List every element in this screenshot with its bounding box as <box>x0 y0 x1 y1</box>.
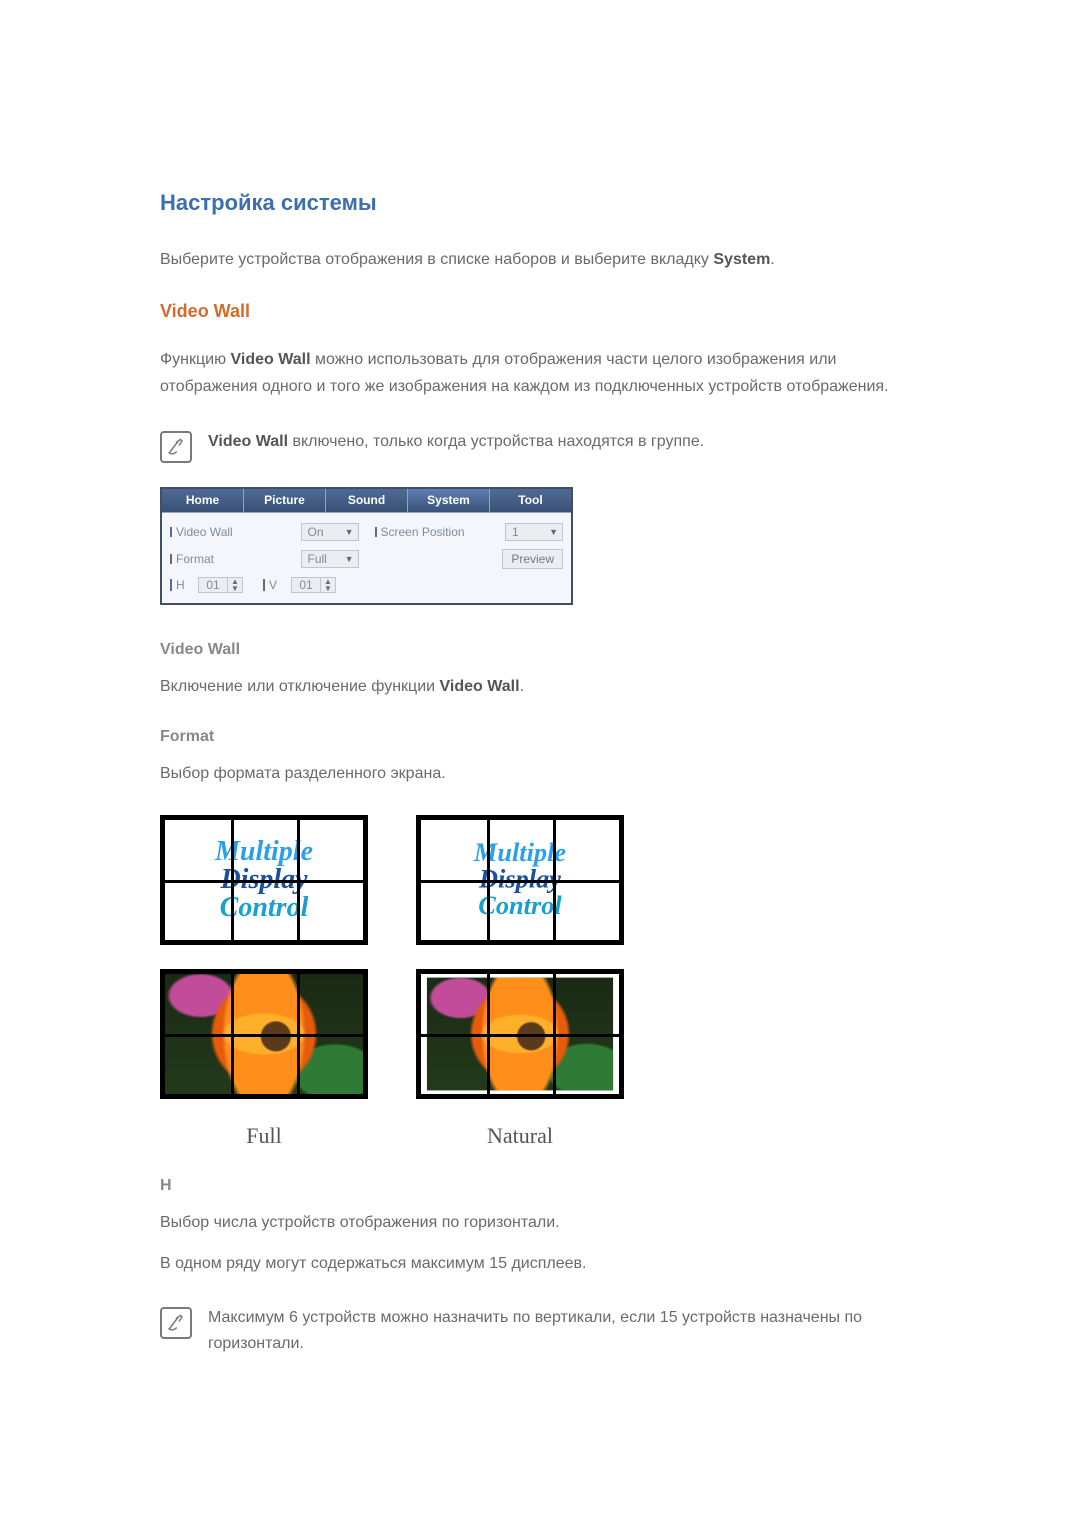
h-row-limit: В одном ряду могут содержаться максимум … <box>160 1250 920 1277</box>
format-dropdown[interactable]: Full ▼ <box>301 550 359 568</box>
panel-body: Video Wall On ▼ Screen Position 1 ▼ Form… <box>162 513 571 603</box>
figure-column-natural: Multiple Display Control Natural <box>416 815 624 1149</box>
h-stepper[interactable]: 01 ▲▼ <box>198 577 243 593</box>
text: . <box>770 251 774 268</box>
document-page: Настройка системы Выберите устройства от… <box>0 0 1080 1527</box>
text: Включение или отключение функции <box>160 678 440 695</box>
preview-row: Preview <box>375 549 564 569</box>
subsection-h: H <box>160 1177 920 1195</box>
dropdown-value: On <box>308 525 324 539</box>
tab-sound[interactable]: Sound <box>326 489 408 512</box>
dropdown-value: Full <box>308 552 327 566</box>
caption-natural: Natural <box>487 1123 553 1149</box>
hv-row: H 01 ▲▼ V 01 ▲▼ <box>170 577 359 593</box>
v-label: V <box>263 578 283 592</box>
dropdown-value: 1 <box>512 525 519 539</box>
v-stepper[interactable]: 01 ▲▼ <box>291 577 336 593</box>
figure-full-image <box>160 969 368 1099</box>
note-row: Video Wall включено, только когда устрой… <box>160 429 920 463</box>
text: Выберите устройства отображения в списке… <box>160 251 713 268</box>
note-text: Video Wall включено, только когда устрой… <box>208 429 704 455</box>
tab-picture[interactable]: Picture <box>244 489 326 512</box>
text: Control <box>478 893 561 919</box>
note-row: Максимум 6 устройств можно назначить по … <box>160 1305 920 1356</box>
screen-position-dropdown[interactable]: 1 ▼ <box>505 523 563 541</box>
screen-position-field: Screen Position 1 ▼ <box>375 523 564 541</box>
note-icon <box>160 431 192 463</box>
h-desc: Выбор числа устройств отображения по гор… <box>160 1209 920 1236</box>
caption-full: Full <box>246 1123 281 1149</box>
field-label: Format <box>170 552 293 566</box>
text-bold: Video Wall <box>231 351 311 368</box>
video-wall-description: Функцию Video Wall можно использовать дл… <box>160 346 920 400</box>
note-text: Максимум 6 устройств можно назначить по … <box>208 1305 920 1356</box>
video-wall-dropdown[interactable]: On ▼ <box>301 523 359 541</box>
video-wall-heading: Video Wall <box>160 301 920 322</box>
text: . <box>520 678 524 695</box>
figure-full-text: Multiple Display Control <box>160 815 368 945</box>
chevron-down-icon: ▼ <box>345 527 354 537</box>
tab-home[interactable]: Home <box>162 489 244 512</box>
chevron-down-icon: ▼ <box>549 527 558 537</box>
field-label: Video Wall <box>170 525 293 539</box>
format-desc: Выбор формата разделенного экрана. <box>160 760 920 787</box>
text-bold: System <box>713 251 770 268</box>
figure-natural-image <box>416 969 624 1099</box>
subsection-video-wall: Video Wall <box>160 641 920 659</box>
stepper-icon: ▲▼ <box>227 578 242 592</box>
section-heading: Настройка системы <box>160 190 920 216</box>
figure-natural-text: Multiple Display Control <box>416 815 624 945</box>
format-figures: Multiple Display Control Full Multiple D… <box>160 815 920 1149</box>
v-value: 01 <box>292 578 320 592</box>
note-icon <box>160 1307 192 1339</box>
intro-paragraph: Выберите устройства отображения в списке… <box>160 246 920 273</box>
text-bold: Video Wall <box>208 433 288 450</box>
tab-tool[interactable]: Tool <box>490 489 571 512</box>
tab-system[interactable]: System <box>408 489 490 512</box>
text: включено, только когда устройства находя… <box>288 433 704 450</box>
format-field: Format Full ▼ <box>170 549 359 569</box>
preview-button[interactable]: Preview <box>502 549 563 569</box>
panel-tabs: Home Picture Sound System Tool <box>162 489 571 513</box>
chevron-down-icon: ▼ <box>345 554 354 564</box>
stepper-icon: ▲▼ <box>320 578 335 592</box>
subsection-format: Format <box>160 728 920 746</box>
field-label: Screen Position <box>375 525 498 539</box>
figure-column-full: Multiple Display Control Full <box>160 815 368 1149</box>
video-wall-toggle-desc: Включение или отключение функции Video W… <box>160 673 920 700</box>
text: Функцию <box>160 351 231 368</box>
h-label: H <box>170 578 190 592</box>
system-panel: Home Picture Sound System Tool Video Wal… <box>160 487 573 605</box>
text-bold: Video Wall <box>440 678 520 695</box>
video-wall-field: Video Wall On ▼ <box>170 523 359 541</box>
h-value: 01 <box>199 578 227 592</box>
